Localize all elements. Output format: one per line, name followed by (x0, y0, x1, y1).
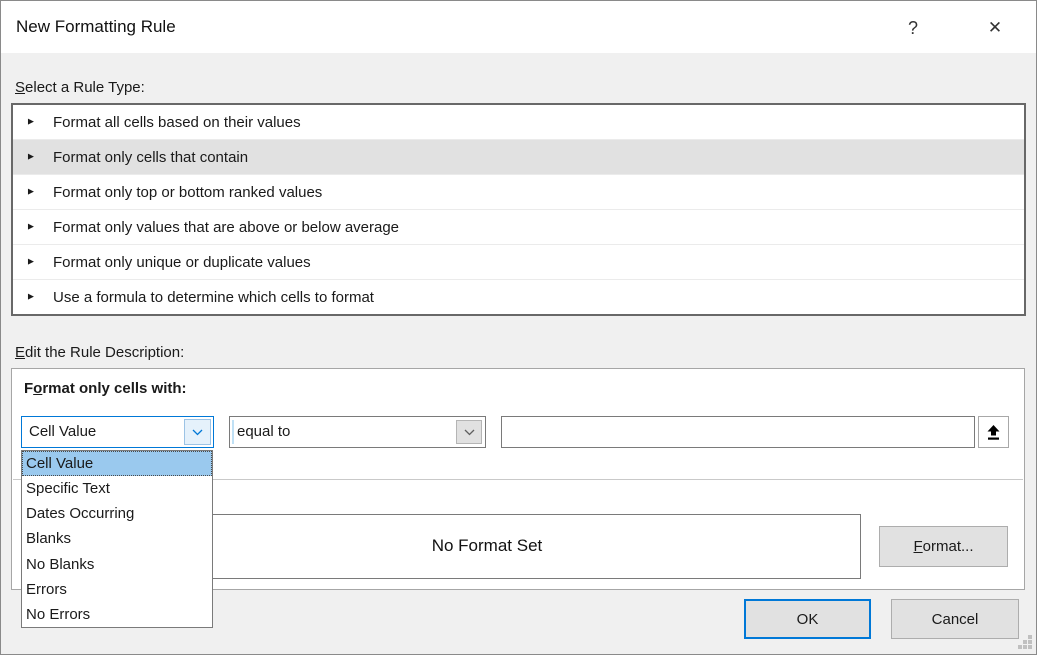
ok-button[interactable]: OK (744, 599, 871, 639)
rule-type-arrow-icon: ► (26, 187, 36, 198)
condition-type-dropdown-button[interactable] (184, 419, 211, 445)
edit-rule-description-label: Edit the Rule Description: (15, 344, 184, 361)
grip-dot (1028, 640, 1032, 644)
dropdown-option-blanks[interactable]: Blanks (22, 526, 212, 551)
operator-combobox[interactable]: equal to (229, 416, 486, 448)
dropdown-option-errors[interactable]: Errors (22, 577, 212, 602)
rule-type-label: Format all cells based on their values (53, 114, 301, 131)
title-bar: New Formatting Rule ? ✕ (1, 1, 1036, 53)
rule-type-item-unique-duplicate[interactable]: ► Format only unique or duplicate values (13, 245, 1024, 280)
chevron-down-icon (192, 429, 203, 436)
rule-type-item-cells-that-contain[interactable]: ► Format only cells that contain (13, 140, 1024, 175)
format-preview: No Format Set (113, 514, 861, 579)
operator-dropdown-button[interactable] (456, 420, 482, 444)
close-button[interactable]: ✕ (973, 1, 1017, 53)
condition-value-input[interactable] (501, 416, 975, 448)
dropdown-option-no-errors[interactable]: No Errors (22, 602, 212, 627)
rule-type-arrow-icon: ► (26, 257, 36, 268)
condition-type-combobox[interactable]: Cell Value (21, 416, 214, 448)
select-rule-type-label: Select a Rule Type: (15, 79, 145, 96)
dialog-title: New Formatting Rule (16, 1, 176, 53)
condition-type-dropdown-list: Cell Value Specific Text Dates Occurring… (21, 450, 213, 628)
rule-type-arrow-icon: ► (26, 117, 36, 128)
dropdown-option-specific-text[interactable]: Specific Text (22, 476, 212, 501)
grip-dot (1018, 645, 1022, 649)
collapse-dialog-button[interactable] (978, 416, 1009, 448)
grip-dot (1023, 640, 1027, 644)
text-caret (232, 420, 234, 444)
operator-value: equal to (237, 417, 290, 447)
rule-type-label: Format only unique or duplicate values (53, 254, 311, 271)
rule-type-item-top-bottom[interactable]: ► Format only top or bottom ranked value… (13, 175, 1024, 210)
rule-type-item-above-below-average[interactable]: ► Format only values that are above or b… (13, 210, 1024, 245)
resize-grip[interactable] (1017, 635, 1032, 650)
condition-type-value: Cell Value (29, 417, 96, 447)
dropdown-option-cell-value[interactable]: Cell Value (22, 451, 212, 476)
range-select-icon (986, 424, 1001, 441)
dropdown-option-no-blanks[interactable]: No Blanks (22, 552, 212, 577)
rule-type-arrow-icon: ► (26, 292, 36, 303)
rule-type-label: Format only top or bottom ranked values (53, 184, 322, 201)
new-formatting-rule-dialog: New Formatting Rule ? ✕ Select a Rule Ty… (0, 0, 1037, 655)
rule-type-arrow-icon: ► (26, 152, 36, 163)
rule-type-label: Format only values that are above or bel… (53, 219, 399, 236)
grip-dot (1023, 645, 1027, 649)
rule-type-item-cell-values[interactable]: ► Format all cells based on their values (13, 105, 1024, 140)
grip-dot (1028, 645, 1032, 649)
help-button[interactable]: ? (891, 1, 935, 53)
rule-type-label: Use a formula to determine which cells t… (53, 289, 374, 306)
close-icon: ✕ (988, 18, 1002, 37)
format-button[interactable]: Format... (879, 526, 1008, 567)
format-only-cells-with-label: Format only cells with: (24, 380, 187, 397)
dropdown-option-dates-occurring[interactable]: Dates Occurring (22, 501, 212, 526)
rule-type-label: Format only cells that contain (53, 149, 248, 166)
rule-type-arrow-icon: ► (26, 222, 36, 233)
chevron-down-icon (464, 429, 475, 436)
cancel-button[interactable]: Cancel (891, 599, 1019, 639)
help-icon: ? (908, 18, 918, 38)
rule-type-list: ► Format all cells based on their values… (11, 103, 1026, 316)
grip-dot (1028, 635, 1032, 639)
rule-type-item-formula[interactable]: ► Use a formula to determine which cells… (13, 280, 1024, 314)
